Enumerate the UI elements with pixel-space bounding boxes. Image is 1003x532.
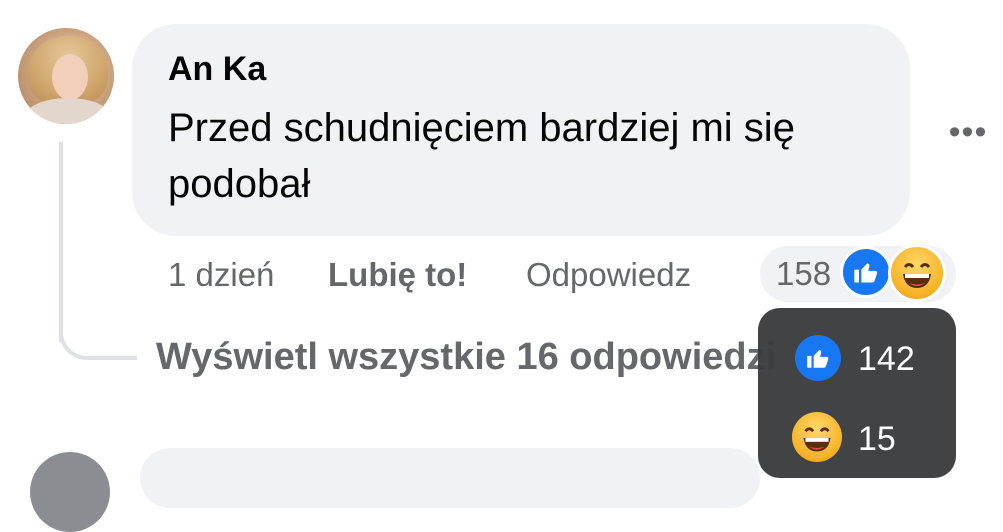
view-all-replies-link[interactable]: Wyświetl wszystkie 16 odpowiedzi xyxy=(156,336,776,379)
next-comment-avatar[interactable] xyxy=(30,452,110,532)
laughing-face-icon xyxy=(803,427,831,452)
thumbs-up-icon xyxy=(854,263,878,283)
tooltip-like-icon xyxy=(795,335,841,381)
like-reaction-icon xyxy=(840,246,892,298)
more-options-icon[interactable]: ••• xyxy=(948,112,988,152)
reactions-tooltip xyxy=(758,308,956,478)
comment-text: Przed schudnięciem bardziej mi się podob… xyxy=(168,106,795,206)
tooltip-like-count: 142 xyxy=(858,340,915,378)
laughing-face-icon xyxy=(903,263,931,288)
thread-connector-curve xyxy=(59,318,137,360)
comment-author[interactable]: An Ka xyxy=(168,50,266,89)
comment-timestamp[interactable]: 1 dzień xyxy=(168,256,274,294)
like-button[interactable]: Lubię to! xyxy=(328,256,467,294)
tooltip-haha-count: 15 xyxy=(858,420,896,458)
haha-reaction-icon xyxy=(888,244,946,302)
tooltip-haha-icon xyxy=(792,412,842,462)
author-avatar[interactable] xyxy=(18,28,114,124)
reply-button[interactable]: Odpowiedz xyxy=(526,256,691,294)
reactions-count: 158 xyxy=(776,255,832,292)
thumbs-up-icon xyxy=(807,349,829,368)
avatar-face xyxy=(52,54,88,100)
avatar-shoulder xyxy=(24,98,112,124)
next-comment-bubble xyxy=(140,448,760,508)
thread-connector-line xyxy=(59,142,63,342)
